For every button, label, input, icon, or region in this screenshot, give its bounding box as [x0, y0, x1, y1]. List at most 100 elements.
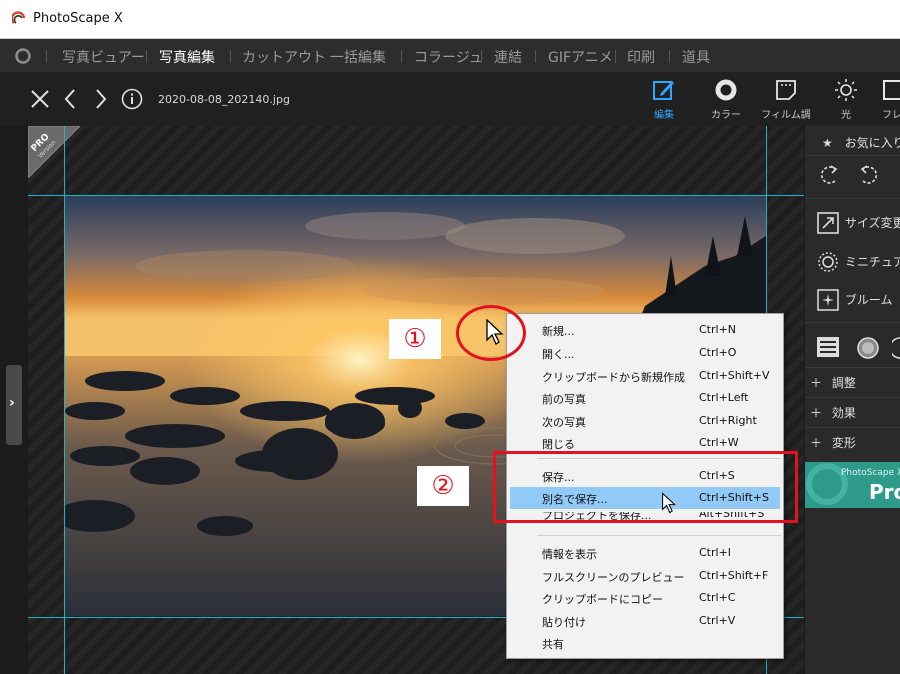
menu-item-copy-to-clipboard[interactable]: クリップボードにコピー Ctrl+C: [507, 587, 783, 609]
close-icon[interactable]: [30, 89, 50, 109]
bloom-icon: [817, 289, 839, 311]
menu-separator: [46, 50, 47, 63]
step-2-badge: ②: [417, 466, 469, 506]
more-tools-icon[interactable]: [892, 336, 900, 360]
home-logo-icon[interactable]: [14, 47, 32, 65]
section-effects[interactable]: ＋ 効果: [810, 404, 900, 421]
menu-item-show-info[interactable]: 情報を表示 Ctrl+I: [507, 542, 783, 564]
section-transform-label: 変形: [831, 436, 856, 450]
panel-divider: [805, 427, 900, 428]
menu-item-label: 開く...: [542, 348, 575, 361]
menu-item-shortcut: Ctrl+C: [699, 591, 736, 604]
menu-item-next-photo[interactable]: 次の写真 Ctrl+Right: [507, 410, 783, 432]
menu-item-fullscreen-preview[interactable]: フルスクリーンのプレビュー Ctrl+Shift+F: [507, 565, 783, 587]
section-transform[interactable]: ＋ 変形: [810, 434, 900, 451]
mouse-cursor-icon: [662, 492, 676, 514]
tool-edit[interactable]: 編集: [638, 78, 690, 122]
section-adjust[interactable]: ＋ 調整: [810, 374, 900, 391]
resize-row[interactable]: サイズ変更: [817, 212, 900, 234]
miniature-icon: [818, 252, 838, 272]
menu-item-paste[interactable]: 貼り付け Ctrl+V: [507, 610, 783, 632]
menu-photo-viewer[interactable]: 写真ビュアー: [62, 47, 145, 67]
tool-film[interactable]: フィルム調: [760, 78, 812, 122]
file-name: 2020-08-08_202140.jpg: [158, 93, 290, 106]
favorites-row[interactable]: ★ お気に入り: [822, 134, 900, 151]
window-titlebar: PhotoScape X: [0, 0, 900, 39]
menu-item-shortcut: Ctrl+Shift+F: [699, 569, 769, 582]
crop-guide-top: [28, 195, 804, 196]
menu-item-shortcut: Ctrl+O: [699, 346, 737, 359]
tool-light[interactable]: 光: [820, 78, 872, 122]
plus-icon: ＋: [810, 406, 823, 420]
menu-separator: [615, 50, 616, 63]
menu-separator: [401, 50, 402, 63]
menu-photo-editor[interactable]: 写真編集: [159, 47, 215, 67]
menu-tools[interactable]: 道具: [682, 47, 710, 67]
tool-frame-label: フレ: [882, 110, 900, 121]
miniature-label: ミニチュア: [844, 254, 900, 269]
menu-collage[interactable]: コラージュ: [414, 47, 483, 67]
menu-item-label: クリップボードにコピー: [542, 593, 663, 606]
vignette-icon[interactable]: [856, 336, 880, 360]
edit-icon: [653, 81, 674, 100]
chevron-right-icon[interactable]: [94, 88, 108, 110]
menu-item-label: 貼り付け: [542, 616, 586, 629]
panel-divider: [805, 155, 900, 156]
info-icon[interactable]: [121, 88, 143, 110]
menu-item-shortcut: Ctrl+Left: [699, 391, 749, 404]
sun-icon: [835, 79, 857, 101]
menu-separator: [669, 50, 670, 63]
menu-item-label: 前の写真: [542, 393, 586, 406]
mouse-cursor-icon: [486, 318, 504, 345]
right-tools-panel: [805, 126, 900, 674]
promo-small-text: PhotoScape X: [841, 468, 900, 478]
left-panel-toggle[interactable]: ›: [6, 365, 22, 445]
pro-promo-banner[interactable]: PhotoScape X Pro: [805, 462, 900, 508]
tool-edit-label: 編集: [654, 110, 674, 121]
chevron-left-icon[interactable]: [63, 88, 77, 110]
menu-item-share[interactable]: 共有: [507, 632, 783, 654]
tool-frame[interactable]: フレ: [866, 78, 900, 122]
window-title: PhotoScape X: [33, 11, 123, 26]
menu-item-shortcut: Ctrl+W: [699, 436, 739, 449]
menu-item-new-from-clipboard[interactable]: クリップボードから新規作成 Ctrl+Shift+V: [507, 365, 783, 387]
crop-guide-left: [64, 126, 65, 674]
miniature-row[interactable]: ミニチュア: [817, 251, 900, 273]
menu-combine[interactable]: 連結: [494, 47, 522, 67]
menu-item-open[interactable]: 開く... Ctrl+O: [507, 342, 783, 364]
plus-icon: ＋: [810, 376, 823, 390]
rotate-right-icon[interactable]: [857, 163, 881, 187]
color-ring-icon: [715, 79, 737, 101]
panel-divider: [805, 397, 900, 398]
bloom-label: ブルーム: [844, 292, 893, 307]
step-1-badge: ①: [389, 319, 441, 359]
tool-color[interactable]: カラー: [700, 78, 752, 122]
menu-item-label: 新規...: [542, 325, 575, 338]
menu-separator: [146, 50, 147, 63]
panel-divider: [805, 198, 900, 199]
menu-item-label: クリップボードから新規作成: [542, 371, 685, 384]
pro-version-badge: PRO Version: [28, 126, 80, 178]
menu-item-new[interactable]: 新規... Ctrl+N: [507, 319, 783, 341]
menu-item-previous-photo[interactable]: 前の写真 Ctrl+Left: [507, 387, 783, 409]
menu-item-shortcut: Ctrl+V: [699, 614, 736, 627]
menu-batch[interactable]: 一括編集: [330, 47, 386, 67]
menu-separator: [481, 50, 482, 63]
menu-item-label: フルスクリーンのプレビュー: [542, 571, 685, 584]
rotate-left-icon[interactable]: [817, 163, 841, 187]
menu-print[interactable]: 印刷: [627, 47, 655, 67]
menu-separator: [316, 50, 317, 63]
menu-separator: [535, 50, 536, 63]
tool-light-label: 光: [841, 110, 851, 121]
menu-item-shortcut: Ctrl+N: [699, 323, 737, 336]
favorites-label: お気に入り: [844, 136, 900, 150]
bloom-row[interactable]: ブルーム: [817, 289, 900, 311]
menu-item-shortcut: Ctrl+Shift+V: [699, 369, 770, 382]
panel-divider: [805, 367, 900, 368]
menu-item-shortcut: Ctrl+I: [699, 546, 732, 559]
list-view-icon[interactable]: [817, 337, 839, 357]
menu-gif[interactable]: GIFアニメ: [548, 47, 613, 67]
menu-cutout[interactable]: カットアウト: [242, 47, 326, 67]
frame-icon: [883, 80, 900, 100]
menu-item-shortcut: Ctrl+Right: [699, 414, 757, 427]
